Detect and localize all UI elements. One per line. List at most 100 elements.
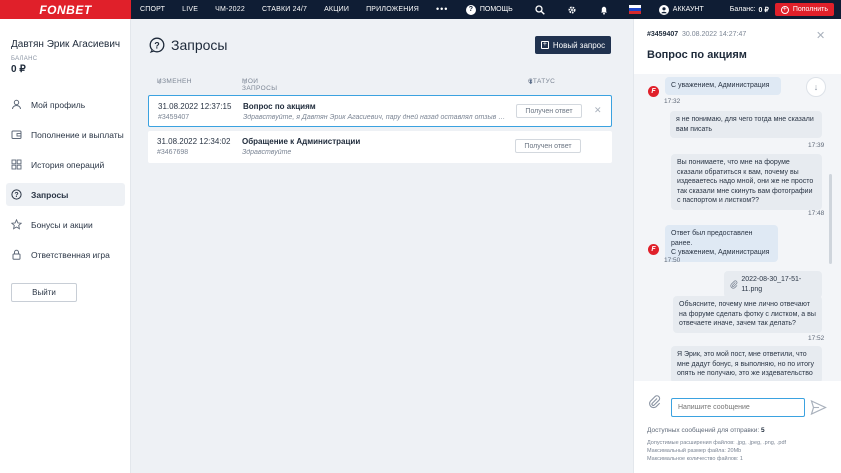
close-icon[interactable]: ✕ — [816, 29, 825, 42]
table-row[interactable]: 31.08.2022 12:34:02 #3467698 Обращение к… — [148, 131, 612, 163]
russia-flag-icon — [628, 5, 641, 14]
sidebar-item-profile[interactable]: Мой профиль — [6, 93, 125, 116]
sort-icon: ⬍ — [157, 79, 163, 86]
message-time: 17:50 — [664, 257, 681, 264]
chat-date: 30.08.2022 14:27:47 — [682, 31, 747, 38]
notifications-button[interactable] — [599, 5, 609, 15]
grid-icon — [11, 159, 22, 170]
send-icon[interactable] — [810, 399, 827, 416]
available-label: Доступных сообщений для отправки: — [647, 427, 760, 434]
bell-icon — [600, 6, 607, 15]
sidebar-item-label: Ответственная игра — [31, 249, 110, 260]
plus-icon: + — [780, 5, 789, 14]
message-input[interactable] — [671, 398, 805, 417]
close-icon[interactable]: ✕ — [594, 105, 602, 116]
svg-text:?: ? — [154, 40, 160, 50]
new-request-label: Новый запрос — [552, 40, 606, 50]
chat-request-id: #3459407 — [647, 31, 679, 38]
more-menu-icon[interactable]: ••• — [436, 5, 448, 14]
account-sidebar: Давтян Эрик Агасиевич БАЛАНС 0 ₽ Мой про… — [0, 19, 131, 473]
new-request-button[interactable]: + Новый запрос — [535, 36, 611, 54]
file-size-note: Максимальный размер файла: 20Mb — [647, 448, 742, 454]
row-id: #3459407 — [158, 114, 190, 121]
user-name: Давтян Эрик Агасиевич — [11, 39, 121, 50]
svg-text:?: ? — [14, 192, 18, 199]
sidebar-item-label: История операций — [31, 159, 105, 170]
sidebar-item-payments[interactable]: Пополнение и выплаты — [6, 123, 125, 146]
top-right-controls: ? ПОМОЩЬ АККАУНТ Баланс: 0 ₽ + Пополнить — [465, 0, 841, 19]
attachment-message[interactable]: 2022-08-30_17-51-11.png — [724, 271, 822, 298]
sidebar-item-label: Пополнение и выплаты — [31, 129, 124, 140]
account-label: АККАУНТ — [672, 6, 704, 13]
table-row[interactable]: 31.08.2022 12:37:15 #3459407 Вопрос по а… — [148, 95, 612, 127]
row-id: #3467698 — [157, 149, 189, 156]
plus-icon: + — [540, 41, 549, 49]
fonbet-avatar-icon: F — [648, 244, 659, 255]
message-time: 17:32 — [664, 98, 681, 105]
sidebar-balance-value: 0 ₽ — [11, 64, 26, 75]
row-preview: Здравствуйте — [242, 149, 292, 156]
message-time: 17:48 — [808, 210, 825, 217]
nav-wc2022[interactable]: ЧМ-2022 — [215, 6, 245, 13]
logout-button[interactable]: Выйти — [11, 283, 77, 302]
message-admin: С уважением, Администрация — [665, 77, 781, 95]
user-icon — [11, 99, 22, 110]
balance-display: Баланс: 0 ₽ — [730, 6, 769, 14]
nav-bets247[interactable]: СТАВКИ 24/7 — [262, 6, 307, 13]
requests-main: ? Запросы + Новый запрос ИЗМЕНЕН ⬍ МОИ З… — [131, 19, 633, 473]
attachment-filename: 2022-08-30_17-51-11.png — [741, 276, 802, 293]
help-icon: ? — [465, 4, 476, 15]
message-time: 17:39 — [808, 142, 825, 149]
thread-scrollbar[interactable] — [829, 174, 832, 264]
message-user: Я Эрик, это мой пост, мне ответили, что … — [671, 346, 822, 381]
nav-sport[interactable]: СПОРТ — [140, 6, 165, 13]
star-icon — [11, 219, 22, 230]
top-bar: FONBET СПОРТ LIVE ЧМ-2022 СТАВКИ 24/7 АК… — [0, 0, 841, 19]
search-button[interactable] — [535, 4, 545, 15]
language-selector[interactable] — [628, 5, 641, 14]
sidebar-item-responsible-gaming[interactable]: Ответственная игра — [6, 243, 125, 266]
message-thread[interactable]: F С уважением, Администрация 17:32 ↓ я н… — [634, 74, 841, 381]
row-subject: Вопрос по акциям — [243, 102, 316, 111]
sort-icon: ⬍ — [242, 79, 248, 86]
lock-icon — [11, 249, 22, 260]
status-badge[interactable]: Получен ответ — [515, 139, 581, 153]
row-date: 31.08.2022 12:34:02 — [157, 137, 231, 146]
sidebar-item-label: Запросы — [31, 189, 69, 200]
sidebar-menu: Мой профиль Пополнение и выплаты История… — [6, 93, 125, 273]
request-chat-panel: #3459407 30.08.2022 14:27:47 ✕ Вопрос по… — [633, 19, 841, 473]
available-value: 5 — [760, 427, 765, 434]
help-link[interactable]: ? ПОМОЩЬ — [465, 4, 513, 15]
file-extensions-note: Допустимые расширения файлов: .jpg, .jpe… — [647, 440, 787, 446]
question-icon: ? — [149, 37, 165, 53]
gear-icon — [568, 6, 576, 13]
sidebar-item-history[interactable]: История операций — [6, 153, 125, 176]
settings-button[interactable] — [567, 5, 577, 15]
sort-icon: ⬍ — [528, 79, 534, 86]
page-title: Запросы — [171, 37, 228, 53]
balance-value: 0 ₽ — [758, 6, 769, 14]
status-badge[interactable]: Получен ответ — [516, 104, 582, 118]
chevron-down-icon[interactable]: ↓ — [806, 77, 826, 97]
paperclip-icon — [730, 280, 738, 289]
main-nav: СПОРТ LIVE ЧМ-2022 СТАВКИ 24/7 АКЦИИ ПРИ… — [131, 0, 448, 19]
nav-live[interactable]: LIVE — [182, 6, 198, 13]
deposit-button[interactable]: + Пополнить — [774, 3, 834, 16]
balance-label: Баланс: — [729, 6, 756, 13]
message-user: я не понимаю, для чего тогда мне сказали… — [670, 111, 822, 138]
nav-apps[interactable]: ПРИЛОЖЕНИЯ — [366, 6, 419, 13]
paperclip-icon[interactable] — [648, 395, 662, 409]
sidebar-item-bonuses[interactable]: Бонусы и акции — [6, 213, 125, 236]
sidebar-balance-label: БАЛАНС — [11, 56, 38, 62]
deposit-label: Пополнить — [792, 6, 828, 13]
sidebar-item-label: Бонусы и акции — [31, 219, 93, 230]
account-link[interactable]: АККАУНТ — [658, 4, 704, 15]
fonbet-avatar-icon: F — [648, 86, 659, 97]
file-count-note: Максимальное количество файлов: 1 — [647, 456, 743, 462]
sidebar-item-requests[interactable]: ? Запросы — [6, 183, 125, 206]
chat-title: Вопрос по акциям — [647, 49, 747, 61]
account-icon — [658, 4, 669, 15]
fonbet-logo[interactable]: FONBET — [0, 0, 131, 19]
nav-promotions[interactable]: АКЦИИ — [324, 6, 349, 13]
requests-table-header: ИЗМЕНЕН ⬍ МОИ ЗАПРОСЫ ⬍ СТАТУС ⬍ — [148, 78, 612, 92]
